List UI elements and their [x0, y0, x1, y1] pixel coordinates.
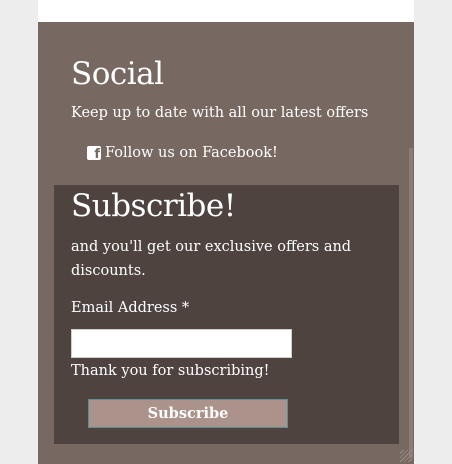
- facebook-icon: f: [87, 146, 101, 161]
- email-label: Email Address *: [71, 300, 190, 316]
- subscribe-button[interactable]: Subscribe: [88, 399, 288, 428]
- resize-grip-icon[interactable]: [400, 450, 412, 462]
- subscribe-description: and you'll get our exclusive offers and …: [71, 239, 352, 279]
- scrollbar[interactable]: [409, 148, 413, 458]
- facebook-link-label: Follow us on Facebook!: [105, 145, 278, 161]
- facebook-link[interactable]: f Follow us on Facebook!: [87, 145, 278, 161]
- email-input[interactable]: [71, 329, 292, 358]
- social-description: Keep up to date with all our latest offe…: [71, 105, 369, 121]
- page-content-area: [38, 0, 414, 22]
- subscribe-confirmation: Thank you for subscribing!: [71, 363, 270, 379]
- social-heading: Social: [71, 56, 164, 92]
- subscribe-heading: Subscribe!: [71, 188, 236, 224]
